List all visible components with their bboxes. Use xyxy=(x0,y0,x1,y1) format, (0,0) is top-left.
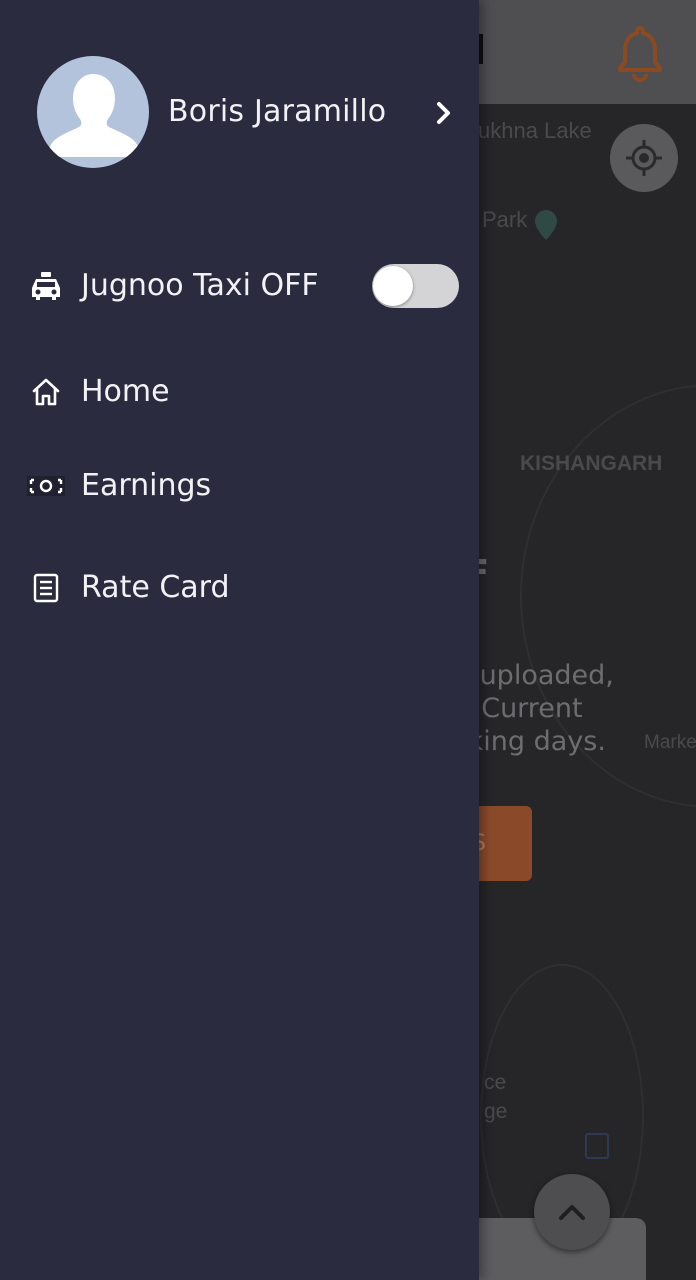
map-label-kishangarh: KISHANGARH xyxy=(520,452,663,475)
avatar xyxy=(37,56,149,168)
home-icon xyxy=(28,374,64,410)
profile-header[interactable]: Boris Jaramillo xyxy=(0,0,479,210)
duty-toggle[interactable] xyxy=(372,264,459,308)
notification-bell-icon[interactable] xyxy=(612,22,668,82)
chevron-right-icon xyxy=(437,102,450,124)
crosshair-icon xyxy=(626,140,662,176)
navigation-drawer: Boris Jaramillo Jugnoo Taxi OFF Home Ear… xyxy=(0,0,479,1280)
menu-item-label: Home xyxy=(81,374,170,409)
my-location-button[interactable] xyxy=(610,124,678,192)
map-marker-icon xyxy=(585,1133,609,1159)
toggle-knob xyxy=(373,266,413,306)
menu-item-rate-card[interactable]: Rate Card xyxy=(0,548,479,628)
menu-item-label: Rate Card xyxy=(81,570,230,605)
map-label-place-2: ge xyxy=(484,1100,508,1123)
profile-name: Boris Jaramillo xyxy=(168,94,387,129)
map-pin-icon xyxy=(533,208,559,246)
map-label-market: Marke xyxy=(644,732,696,753)
duty-status-label: Jugnoo Taxi OFF xyxy=(81,268,319,303)
menu-item-home[interactable]: Home xyxy=(0,352,479,432)
chevron-up-icon xyxy=(559,1205,585,1220)
cash-icon xyxy=(25,468,67,504)
map-label-place: ce xyxy=(484,1071,507,1094)
menu-item-earnings[interactable]: Earnings xyxy=(0,446,479,526)
menu-item-label: Earnings xyxy=(81,468,212,503)
list-icon xyxy=(28,570,64,606)
taxi-icon xyxy=(28,268,64,304)
map-label-park: Park xyxy=(482,207,528,232)
expand-sheet-button[interactable] xyxy=(534,1174,610,1250)
map-label-lake: ukhna Lake xyxy=(478,118,592,143)
default-avatar-icon xyxy=(48,74,140,157)
